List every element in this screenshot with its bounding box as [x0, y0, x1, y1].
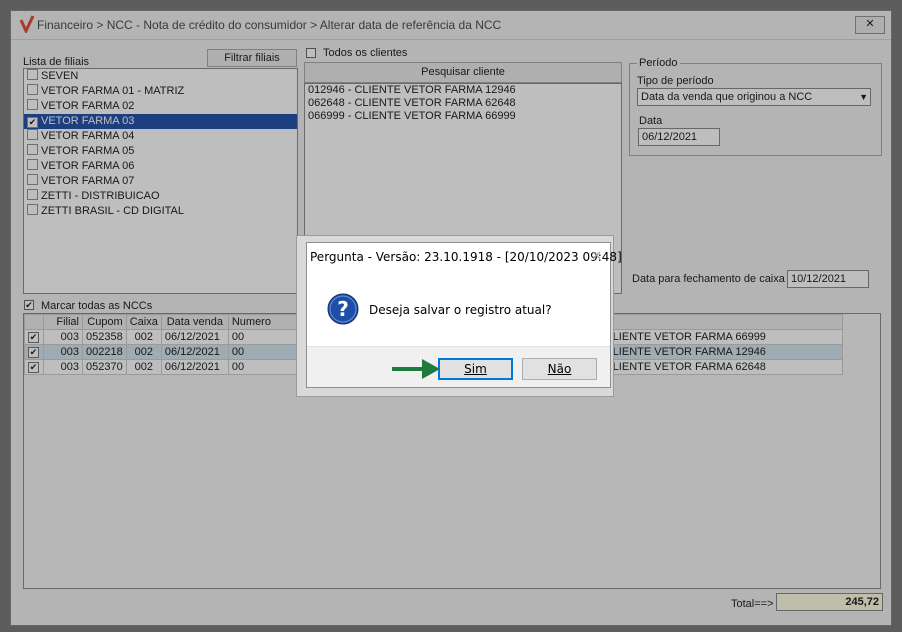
nao-label: Não	[547, 362, 572, 376]
dialog-close-icon[interactable]: ✕	[591, 249, 602, 264]
confirm-dialog: Pergunta - Versão: 23.10.1918 - [20/10/2…	[306, 242, 622, 388]
dialog-footer: Sim Não	[307, 346, 610, 387]
sim-button[interactable]: Sim	[438, 358, 513, 380]
svg-text:?: ?	[337, 297, 349, 321]
dialog-message: Deseja salvar o registro atual?	[369, 303, 552, 317]
nao-button[interactable]: Não	[522, 358, 597, 380]
sim-label: Sim	[464, 362, 487, 376]
pointer-arrow-icon	[392, 359, 440, 379]
dialog-title: Pergunta - Versão: 23.10.1918 - [20/10/2…	[310, 250, 622, 264]
question-icon: ?	[327, 293, 359, 325]
